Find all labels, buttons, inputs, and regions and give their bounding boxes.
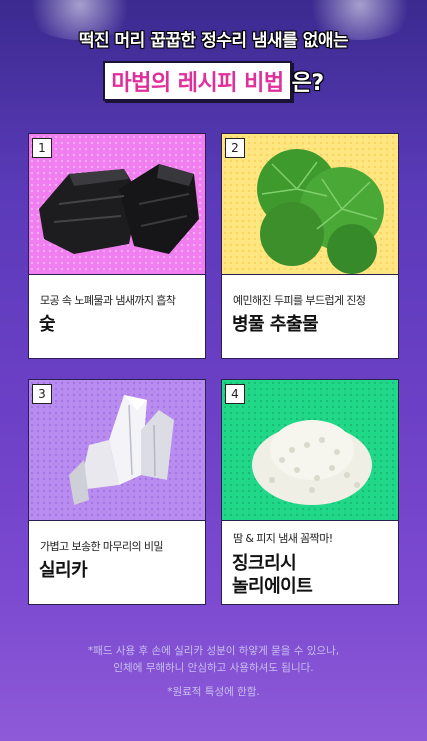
- card-number: 4: [225, 384, 245, 404]
- card-subtitle: 가볍고 보송한 마무리의 비밀: [40, 540, 164, 553]
- header-line1: 떡진 머리 꿉꿉한 정수리 냄새를 없애는: [78, 31, 349, 51]
- card-title-line2: 놀리에이트: [232, 576, 313, 597]
- ingredient-card-zinc: 4 땀 & 피지 냄새 꼼짝마! 징크리시 놀리에이트: [221, 379, 399, 605]
- header-tail: 은?: [291, 71, 325, 96]
- granules-panel: 4: [222, 380, 398, 521]
- silica-crystal-image: [29, 380, 205, 520]
- card-title: 실리카: [39, 560, 88, 581]
- ingredient-card-silica: 3 가볍고 보송한 마무리의 비밀 실리카: [28, 379, 206, 605]
- silica-panel: 3: [29, 380, 205, 521]
- centella-panel: 2: [222, 134, 398, 275]
- footnote-material: *원료적 특성에 한함.: [167, 686, 260, 698]
- card-title: 숯: [39, 314, 56, 335]
- card-subtitle: 예민해진 두피를 부드럽게 진정: [233, 294, 366, 307]
- ingredient-card-centella: 2 예민해진 두피를 부드럽게 진정 병풀 추출물: [221, 133, 399, 359]
- card-title: 병풀 추출물: [232, 314, 319, 335]
- ingredient-card-charcoal: 1 모공 속 노폐물과 냄새까지 흡착 숯: [28, 133, 206, 359]
- granules-image: [222, 380, 398, 520]
- charcoal-image: [29, 134, 205, 274]
- centella-leaf-image: [222, 134, 398, 274]
- header-highlight: 마법의 레시피 비법: [103, 61, 292, 101]
- card-number: 3: [32, 384, 52, 404]
- card-number: 1: [32, 138, 52, 158]
- page-header: 떡진 머리 꿉꿉한 정수리 냄새를 없애는 마법의 레시피 비법 은?: [0, 26, 427, 101]
- footnote-line1: *패드 사용 후 손에 실리카 성분이 하얗게 묻을 수 있으나,: [87, 645, 340, 657]
- card-number: 2: [225, 138, 245, 158]
- card-subtitle: 모공 속 노폐물과 냄새까지 흡착: [40, 294, 176, 307]
- charcoal-panel: 1: [29, 134, 205, 275]
- footnote-line2: 인체에 무해하니 안심하고 사용하셔도 됩니다.: [113, 662, 314, 674]
- header-line2: 마법의 레시피 비법 은?: [0, 61, 427, 101]
- card-title-line1: 징크리시: [232, 553, 297, 574]
- card-subtitle: 땀 & 피지 냄새 꼼짝마!: [233, 532, 333, 545]
- footnote-usage: *패드 사용 후 손에 실리카 성분이 하얗게 묻을 수 있으나, 인체에 무해…: [0, 643, 427, 677]
